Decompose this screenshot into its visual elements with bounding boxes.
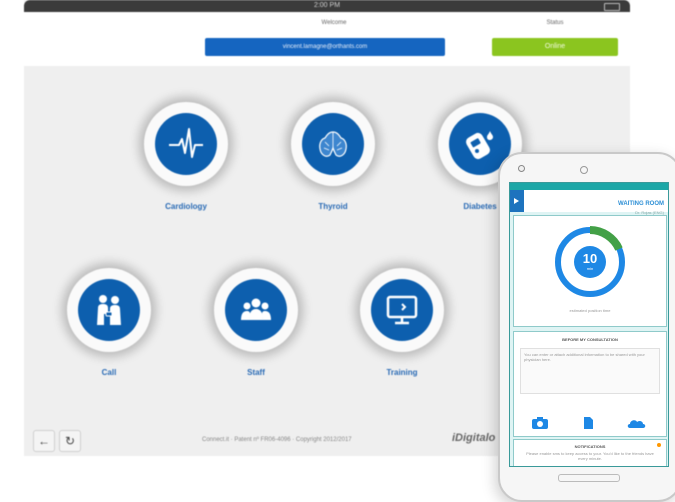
tile-label: Thyroid [318, 202, 348, 211]
call-people-icon [97, 295, 121, 325]
phone-title: WAITING ROOM [618, 201, 664, 207]
menu-icon[interactable] [510, 190, 524, 212]
timer-card: 10 min estimated position time [513, 215, 667, 327]
cloud-button[interactable] [626, 416, 646, 430]
phone-screen: WAITING ROOM Dr. Rojas (ENG) 10 min esti… [509, 182, 669, 467]
tile-label: Staff [247, 368, 265, 377]
timer-caption: estimated position time [569, 308, 611, 313]
consultation-card: BEFORE MY CONSULTATION You can enter or … [513, 331, 667, 437]
consultation-placeholder: You can enter or attach additional infor… [524, 352, 645, 362]
footer-logo: iDigitalo [452, 432, 496, 444]
tile-disc [78, 279, 140, 341]
tile-staff[interactable]: Staff [204, 264, 308, 384]
user-email-field[interactable]: vincent.lamagne@orthants.com [205, 38, 445, 56]
thyroid-icon [319, 131, 347, 157]
presentation-screen-icon [386, 295, 418, 325]
tile-disc [225, 279, 287, 341]
heart-rate-icon [169, 128, 203, 158]
phone-camera [518, 165, 525, 172]
tile-disc [371, 279, 433, 341]
status-label: Status [546, 20, 564, 26]
glucose-meter-icon [466, 131, 493, 160]
phone-speaker [580, 166, 588, 174]
document-icon [584, 417, 593, 429]
tile-disc [155, 113, 217, 175]
footer-copyright: Connect.it · Patent nº FR06-4096 · Copyr… [202, 437, 352, 443]
tile-disc [302, 113, 364, 175]
document-button[interactable] [578, 416, 598, 430]
battery-icon [604, 3, 620, 11]
camera-button[interactable] [530, 416, 550, 430]
status-time: 2:00 PM [313, 2, 341, 9]
tile-label: Cardiology [165, 202, 207, 211]
tile-call[interactable]: Call [57, 264, 161, 384]
tile-training[interactable]: Training [350, 264, 454, 384]
consultation-notes-input[interactable]: You can enter or attach additional infor… [520, 348, 660, 394]
staff-group-icon [241, 298, 271, 320]
cloud-icon [627, 420, 646, 428]
camera-icon [532, 417, 548, 429]
back-button[interactable]: ← [33, 430, 55, 452]
refresh-button[interactable]: ↻ [59, 430, 81, 452]
tile-thyroid[interactable]: Thyroid [281, 98, 385, 218]
phone-status-bar [510, 183, 668, 190]
phone-device: WAITING ROOM Dr. Rojas (ENG) 10 min esti… [498, 152, 675, 502]
phone-home-button[interactable] [558, 474, 620, 482]
tile-label: Call [101, 368, 117, 377]
tablet-header: Welcome vincent.lamagne@orthants.com Sta… [24, 12, 630, 66]
notifications-title: NOTIFICATIONS [574, 444, 606, 449]
notifications-card[interactable]: NOTIFICATIONS Please enable sms to keep … [513, 439, 667, 466]
phone-header: WAITING ROOM Dr. Rojas (ENG) [510, 190, 668, 215]
status-toggle[interactable]: Online [492, 38, 618, 56]
welcome-label: Welcome [321, 20, 347, 26]
timer-value: 10 [582, 251, 598, 266]
notifications-text: Please enable sms to keep access to your… [526, 451, 654, 461]
consultation-title: BEFORE MY CONSULTATION [562, 337, 618, 342]
tile-label: Training [386, 368, 418, 377]
tablet-status-bar: 2:00 PM [24, 0, 630, 17]
tile-cardiology[interactable]: Cardiology [134, 98, 238, 218]
timer-unit: min [586, 266, 594, 271]
